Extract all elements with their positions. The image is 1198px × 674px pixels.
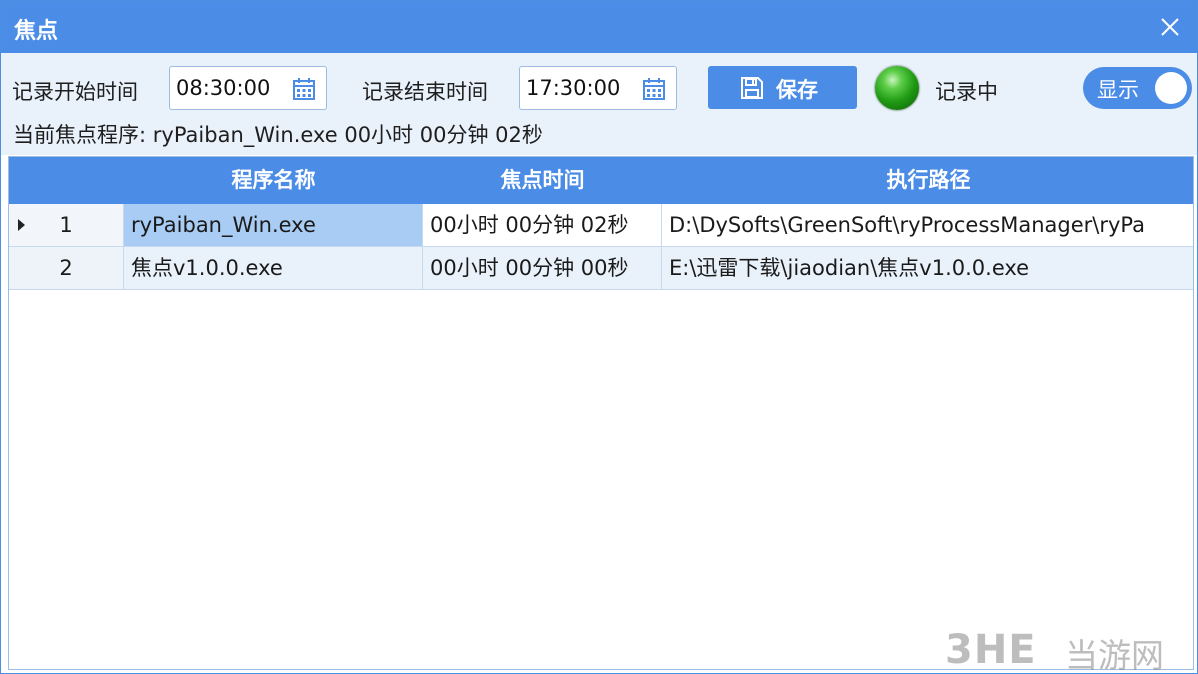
cell-program-name[interactable]: 焦点v1.0.0.exe — [124, 247, 423, 290]
show-toggle[interactable]: 显示 — [1083, 67, 1192, 109]
recording-status-indicator — [875, 66, 919, 110]
app-window: 焦点 记录开始时间 08:30:00 记录结束时间 17:30:00 保存 记录… — [0, 0, 1198, 674]
column-header-program-name[interactable]: 程序名称 — [124, 157, 423, 204]
calendar-icon[interactable] — [292, 77, 316, 101]
end-time-label: 记录结束时间 — [362, 80, 488, 104]
current-focus-info: 当前焦点程序: ryPaiban_Win.exe 00小时 00分钟 02秒 — [13, 119, 543, 149]
end-time-field[interactable]: 17:30:00 — [519, 66, 677, 110]
cell-focus-time[interactable]: 00小时 00分钟 00秒 — [423, 247, 662, 290]
save-button[interactable]: 保存 — [708, 66, 857, 109]
start-time-label: 记录开始时间 — [12, 80, 138, 104]
title-bar[interactable]: 焦点 — [1, 1, 1197, 53]
watermark-logo: 3HE — [945, 627, 1037, 673]
window-title: 焦点 — [14, 19, 59, 44]
cell-program-name[interactable]: ryPaiban_Win.exe — [124, 204, 423, 247]
focus-table[interactable]: 程序名称 焦点时间 执行路径 1 ryPaiban_Win.exe 00小时 0… — [8, 156, 1194, 670]
end-time-value[interactable]: 17:30:00 — [526, 76, 620, 100]
row-index: 1 — [59, 213, 73, 237]
cell-focus-time[interactable]: 00小时 00分钟 02秒 — [423, 204, 662, 247]
current-focus-program: ryPaiban_Win.exe — [152, 123, 338, 147]
table-row[interactable]: 1 ryPaiban_Win.exe 00小时 00分钟 02秒 D:\DySo… — [9, 204, 1193, 247]
start-time-field[interactable]: 08:30:00 — [169, 66, 327, 110]
recording-status-text: 记录中 — [935, 80, 998, 104]
column-header-exec-path[interactable]: 执行路径 — [662, 157, 1193, 204]
watermark: 3HE 当游网 — [945, 619, 1191, 674]
close-icon — [1161, 18, 1179, 36]
close-button[interactable] — [1153, 11, 1187, 43]
current-row-marker-icon — [18, 219, 25, 231]
row-index: 2 — [59, 256, 73, 280]
column-header-focus-time[interactable]: 焦点时间 — [423, 157, 662, 204]
save-button-label: 保存 — [776, 78, 818, 102]
cell-exec-path[interactable]: D:\DySofts\GreenSoft\ryProcessManager\ry… — [662, 204, 1193, 247]
cell-exec-path[interactable]: E:\迅雷下载\jiaodian\焦点v1.0.0.exe — [662, 247, 1193, 290]
current-focus-duration: 00小时 00分钟 02秒 — [344, 123, 543, 147]
row-header[interactable]: 2 — [9, 247, 124, 290]
show-toggle-label: 显示 — [1097, 78, 1139, 102]
row-header[interactable]: 1 — [9, 204, 124, 247]
toggle-knob[interactable] — [1155, 72, 1187, 104]
start-time-value[interactable]: 08:30:00 — [176, 76, 270, 100]
table-header: 程序名称 焦点时间 执行路径 — [9, 157, 1193, 204]
watermark-text: 当游网 — [1065, 636, 1164, 674]
table-row[interactable]: 2 焦点v1.0.0.exe 00小时 00分钟 00秒 E:\迅雷下载\jia… — [9, 247, 1193, 290]
calendar-icon[interactable] — [642, 77, 666, 101]
current-focus-label: 当前焦点程序: — [13, 123, 147, 147]
save-icon — [741, 77, 763, 99]
